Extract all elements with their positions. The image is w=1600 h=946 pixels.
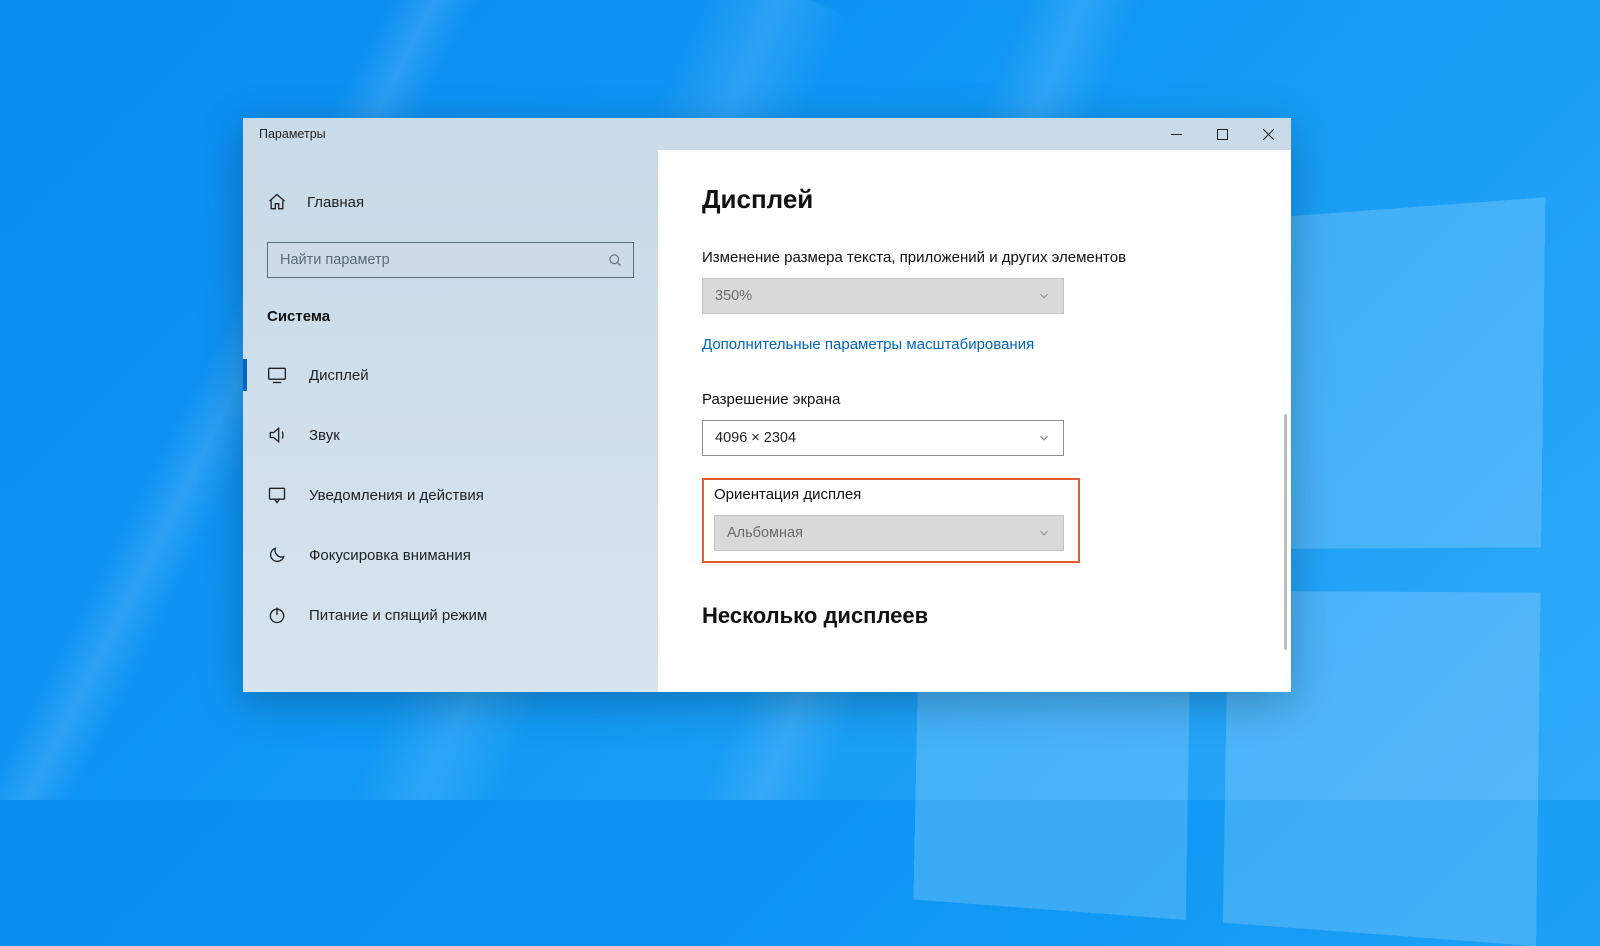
sidebar-item-focus[interactable]: Фокусировка внимания [243,525,658,585]
sidebar-item-label: Питание и спящий режим [309,607,487,624]
home-link[interactable]: Главная [243,182,658,222]
chevron-down-icon [1037,289,1051,303]
resolution-dropdown[interactable]: 4096 × 2304 [702,420,1064,456]
orientation-dropdown[interactable]: Альбомная [714,515,1064,551]
search-field[interactable] [280,252,608,268]
sidebar-category: Система [243,278,658,345]
sidebar-item-label: Фокусировка внимания [309,547,471,564]
settings-window: Параметры Главная [243,118,1291,692]
window-controls [1153,118,1291,150]
chevron-down-icon [1037,526,1051,540]
sidebar: Главная Система Дисплей [243,150,658,692]
chevron-down-icon [1037,431,1051,445]
scale-label: Изменение размера текста, приложений и д… [702,249,1247,266]
orientation-value: Альбомная [727,525,803,541]
notification-icon [267,485,287,505]
orientation-label: Ориентация дисплея [714,486,1068,503]
home-label: Главная [307,194,364,211]
sidebar-item-power[interactable]: Питание и спящий режим [243,585,658,645]
content-area: Дисплей Изменение размера текста, прилож… [658,150,1291,692]
sidebar-item-sound[interactable]: Звук [243,405,658,465]
window-title: Параметры [243,127,326,141]
close-button[interactable] [1245,118,1291,150]
power-icon [267,605,287,625]
multi-display-title: Несколько дисплеев [702,603,1247,629]
sidebar-item-label: Уведомления и действия [309,487,484,504]
sidebar-item-label: Дисплей [309,367,369,384]
orientation-highlight: Ориентация дисплея Альбомная [702,478,1080,563]
scale-value: 350% [715,288,752,304]
scale-dropdown[interactable]: 350% [702,278,1064,314]
search-icon [608,253,623,268]
sound-icon [267,425,287,445]
search-input[interactable] [267,242,634,278]
sidebar-item-display[interactable]: Дисплей [243,345,658,405]
scrollbar[interactable] [1284,414,1287,650]
advanced-scaling-link[interactable]: Дополнительные параметры масштабирования [702,336,1247,353]
minimize-button[interactable] [1153,118,1199,150]
maximize-button[interactable] [1199,118,1245,150]
resolution-label: Разрешение экрана [702,391,1247,408]
resolution-value: 4096 × 2304 [715,430,796,446]
sidebar-item-notifications[interactable]: Уведомления и действия [243,465,658,525]
sidebar-item-label: Звук [309,427,340,444]
titlebar[interactable]: Параметры [243,118,1291,150]
monitor-icon [267,365,287,385]
home-icon [267,192,287,212]
page-title: Дисплей [702,184,1247,215]
sidebar-nav: Дисплей Звук Уведомления и действия [243,345,658,645]
moon-icon [267,545,287,565]
